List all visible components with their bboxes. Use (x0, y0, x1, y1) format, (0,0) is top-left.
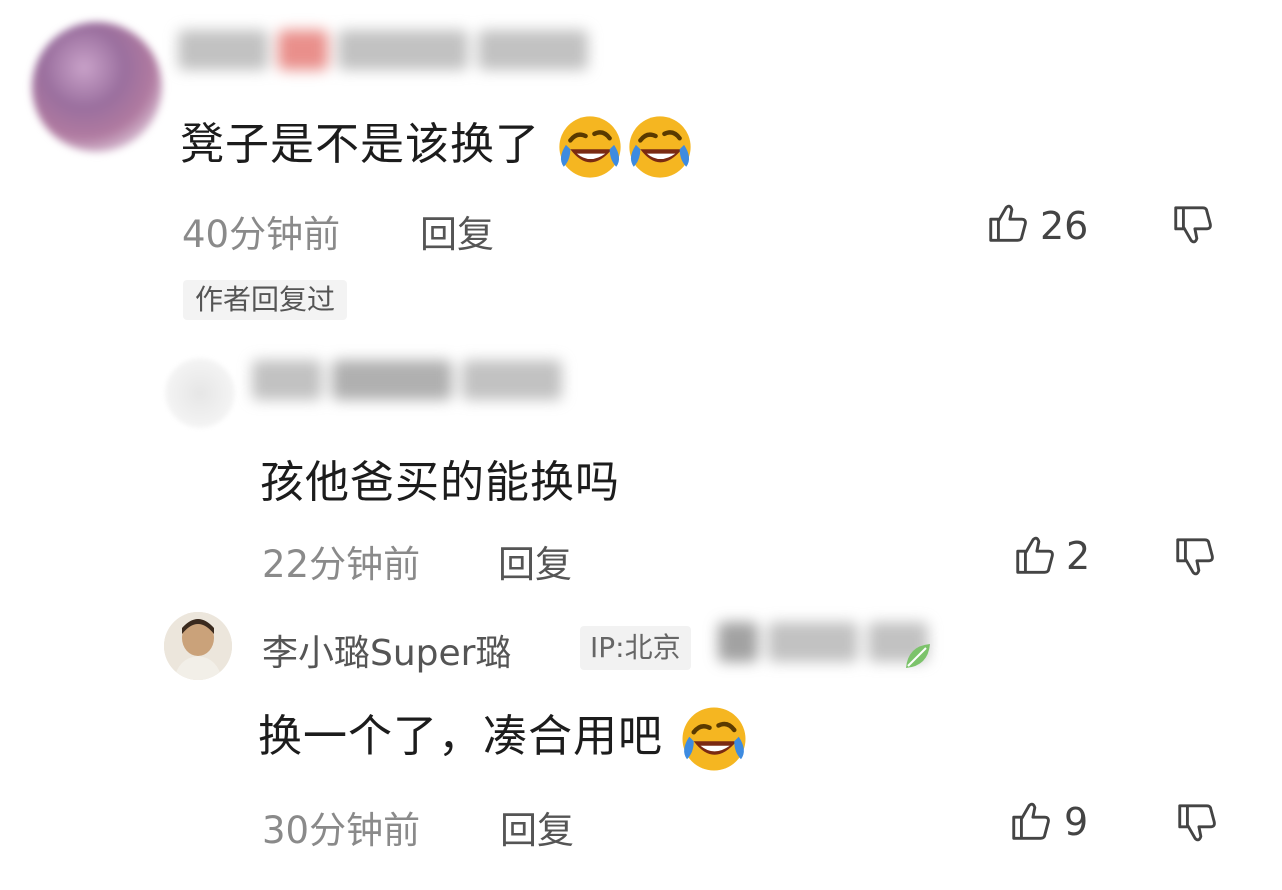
laughing-crying-emoji-icon (555, 112, 625, 182)
thumbs-up-icon[interactable] (1012, 532, 1058, 578)
laughing-crying-emoji-icon (625, 112, 695, 182)
like-count: 26 (1040, 204, 1089, 248)
like-count: 2 (1066, 534, 1091, 578)
comment-time: 22分钟前 (262, 543, 421, 586)
laughing-crying-emoji-icon (678, 703, 750, 775)
thumbs-up-icon[interactable] (1008, 798, 1054, 844)
avatar[interactable] (165, 358, 235, 428)
like-count: 9 (1064, 800, 1089, 844)
author-replied-badge: 作者回复过 (183, 280, 348, 320)
comment-time: 30分钟前 (262, 809, 421, 852)
username[interactable]: 李小璐Super璐 (262, 624, 511, 676)
reply-button[interactable]: 回复 (498, 534, 572, 588)
ip-location-badge: IP:北京 (580, 626, 691, 670)
thumbs-down-icon[interactable] (1174, 800, 1220, 846)
avatar[interactable] (32, 22, 162, 152)
comment-text: 换一个了，凑合用吧 (258, 700, 750, 775)
blurred-badges (718, 622, 928, 662)
thumbs-down-icon[interactable] (1172, 534, 1218, 580)
thumbs-down-icon[interactable] (1170, 202, 1216, 248)
reply-button[interactable]: 回复 (420, 204, 494, 258)
avatar[interactable] (164, 612, 232, 680)
reply-button[interactable]: 回复 (500, 800, 574, 854)
username-blurred[interactable] (178, 30, 588, 70)
comment-time: 40分钟前 (182, 213, 341, 256)
comment-text: 凳子是不是该换了 (180, 108, 695, 182)
leaf-icon (906, 644, 930, 668)
thumbs-up-icon[interactable] (985, 200, 1031, 246)
comment-text: 孩他爸买的能换吗 (260, 457, 620, 508)
username-blurred[interactable] (252, 360, 562, 400)
